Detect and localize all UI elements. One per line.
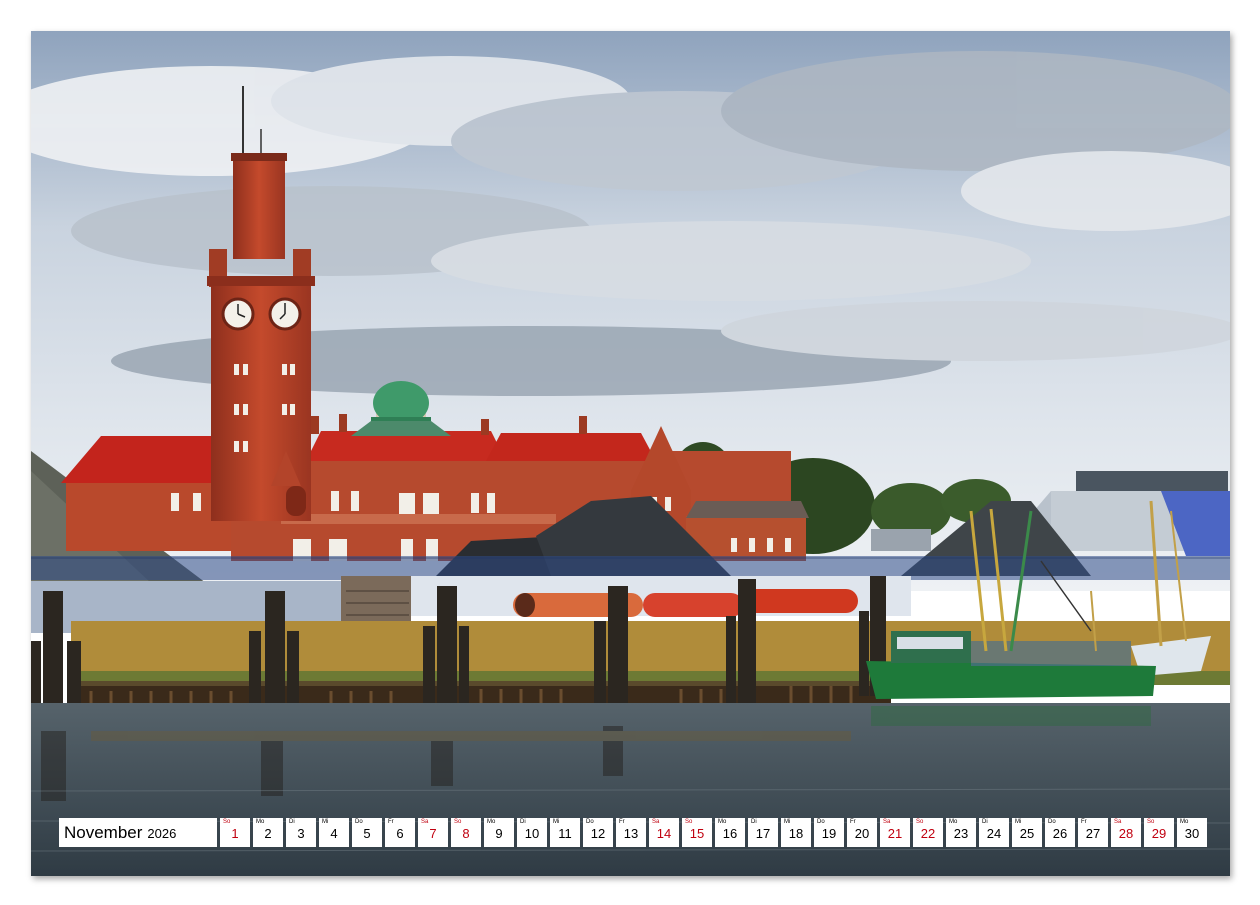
day-number: 3: [297, 826, 305, 841]
day-number: 19: [821, 826, 837, 841]
harbor-photo: [31, 31, 1230, 876]
day-number: 24: [986, 826, 1002, 841]
orange-pipes: [513, 589, 858, 617]
calendar-strip: November 2026 So 1 Mo 2 Di 3 Mi 4 Do 5 Fr 6 Sa 7 So 8 Mo…: [59, 818, 1207, 847]
calendar-day: Di 10: [517, 818, 547, 847]
weekday-abbrev: Do: [355, 819, 363, 825]
weekday-abbrev: Sa: [883, 819, 891, 825]
weekday-abbrev: Fr: [1081, 819, 1087, 825]
calendar-day: Do 12: [583, 818, 613, 847]
day-number: 11: [558, 826, 572, 841]
weekday-abbrev: Sa: [1114, 819, 1122, 825]
weekday-abbrev: Mi: [1015, 819, 1022, 825]
day-number: 23: [953, 826, 969, 841]
calendar-day: Sa 14: [649, 818, 679, 847]
weekday-abbrev: Di: [982, 819, 988, 825]
weekday-abbrev: Di: [520, 819, 526, 825]
day-number: 5: [363, 826, 371, 841]
calendar-day: Sa 21: [880, 818, 910, 847]
weekday-abbrev: Mo: [256, 819, 265, 825]
day-number: 25: [1019, 826, 1035, 841]
calendar-day: Fr 13: [616, 818, 646, 847]
weekday-abbrev: Di: [289, 819, 295, 825]
clouds: [31, 51, 1230, 396]
day-number: 20: [854, 826, 870, 841]
calendar-day: Di 17: [748, 818, 778, 847]
calendar-day: So 1: [220, 818, 250, 847]
weekday-abbrev: Mi: [553, 819, 560, 825]
calendar-day: So 15: [682, 818, 712, 847]
calendar-day: Mi 18: [781, 818, 811, 847]
calendar-day: Mo 2: [253, 818, 283, 847]
weekday-abbrev: So: [685, 819, 693, 825]
weekday-abbrev: Sa: [421, 819, 429, 825]
weekday-abbrev: Di: [751, 819, 757, 825]
day-number: 12: [590, 826, 606, 841]
weekday-abbrev: So: [223, 819, 231, 825]
calendar-day: Mi 25: [1012, 818, 1042, 847]
day-number: 14: [656, 826, 672, 841]
weekday-abbrev: Mi: [322, 819, 329, 825]
calendar-day: Sa 28: [1111, 818, 1141, 847]
calendar-day: Mo 9: [484, 818, 514, 847]
calendar-day: Fr 20: [847, 818, 877, 847]
day-number: 7: [429, 826, 437, 841]
calendar-day: Mo 30: [1177, 818, 1207, 847]
weekday-abbrev: Fr: [619, 819, 625, 825]
weekday-abbrev: Mo: [718, 819, 727, 825]
year: 2026: [147, 826, 177, 841]
calendar-day: Do 5: [352, 818, 382, 847]
calendar-day: Mo 16: [715, 818, 745, 847]
day-number: 26: [1052, 826, 1068, 841]
weekday-abbrev: Sa: [652, 819, 660, 825]
day-number: 1: [231, 826, 239, 841]
day-number: 18: [788, 826, 804, 841]
day-number: 10: [524, 826, 540, 841]
calendar-day: Do 26: [1045, 818, 1075, 847]
calendar-day: So 29: [1144, 818, 1174, 847]
weekday-abbrev: Mo: [487, 819, 496, 825]
day-number: 4: [330, 826, 338, 841]
weekday-abbrev: Mo: [949, 819, 958, 825]
calendar-day: Di 24: [979, 818, 1009, 847]
weekday-abbrev: Do: [586, 819, 594, 825]
day-number: 21: [887, 826, 903, 841]
calendar-day: Fr 27: [1078, 818, 1108, 847]
weekday-abbrev: Do: [1048, 819, 1056, 825]
weekday-abbrev: Fr: [850, 819, 856, 825]
harbor-scene: [31, 31, 1230, 876]
day-number: 27: [1085, 826, 1101, 841]
weekday-abbrev: So: [454, 819, 462, 825]
weekday-abbrev: Fr: [388, 819, 394, 825]
day-number: 29: [1151, 826, 1167, 841]
weekday-abbrev: Mi: [784, 819, 791, 825]
day-number: 9: [495, 826, 503, 841]
calendar-day: Di 3: [286, 818, 316, 847]
calendar-day: So 22: [913, 818, 943, 847]
calendar-day: Sa 7: [418, 818, 448, 847]
day-number: 15: [689, 826, 705, 841]
month-label-box: November 2026: [59, 818, 217, 847]
calendar-day: Do 19: [814, 818, 844, 847]
weekday-abbrev: Do: [817, 819, 825, 825]
day-number: 28: [1118, 826, 1134, 841]
day-number: 8: [462, 826, 470, 841]
day-number: 2: [264, 826, 272, 841]
day-number: 6: [396, 826, 404, 841]
day-number: 16: [722, 826, 738, 841]
day-number: 22: [920, 826, 936, 841]
weekday-abbrev: Mo: [1180, 819, 1189, 825]
weekday-abbrev: So: [1147, 819, 1155, 825]
calendar-day: Mi 11: [550, 818, 580, 847]
calendar-day: Mo 23: [946, 818, 976, 847]
weekday-abbrev: So: [916, 819, 924, 825]
day-number: 13: [623, 826, 639, 841]
day-number: 17: [755, 826, 771, 841]
calendar-day: Fr 6: [385, 818, 415, 847]
day-number: 30: [1184, 826, 1200, 841]
calendar-day: So 8: [451, 818, 481, 847]
month-name: November: [64, 822, 143, 842]
calendar-day: Mi 4: [319, 818, 349, 847]
